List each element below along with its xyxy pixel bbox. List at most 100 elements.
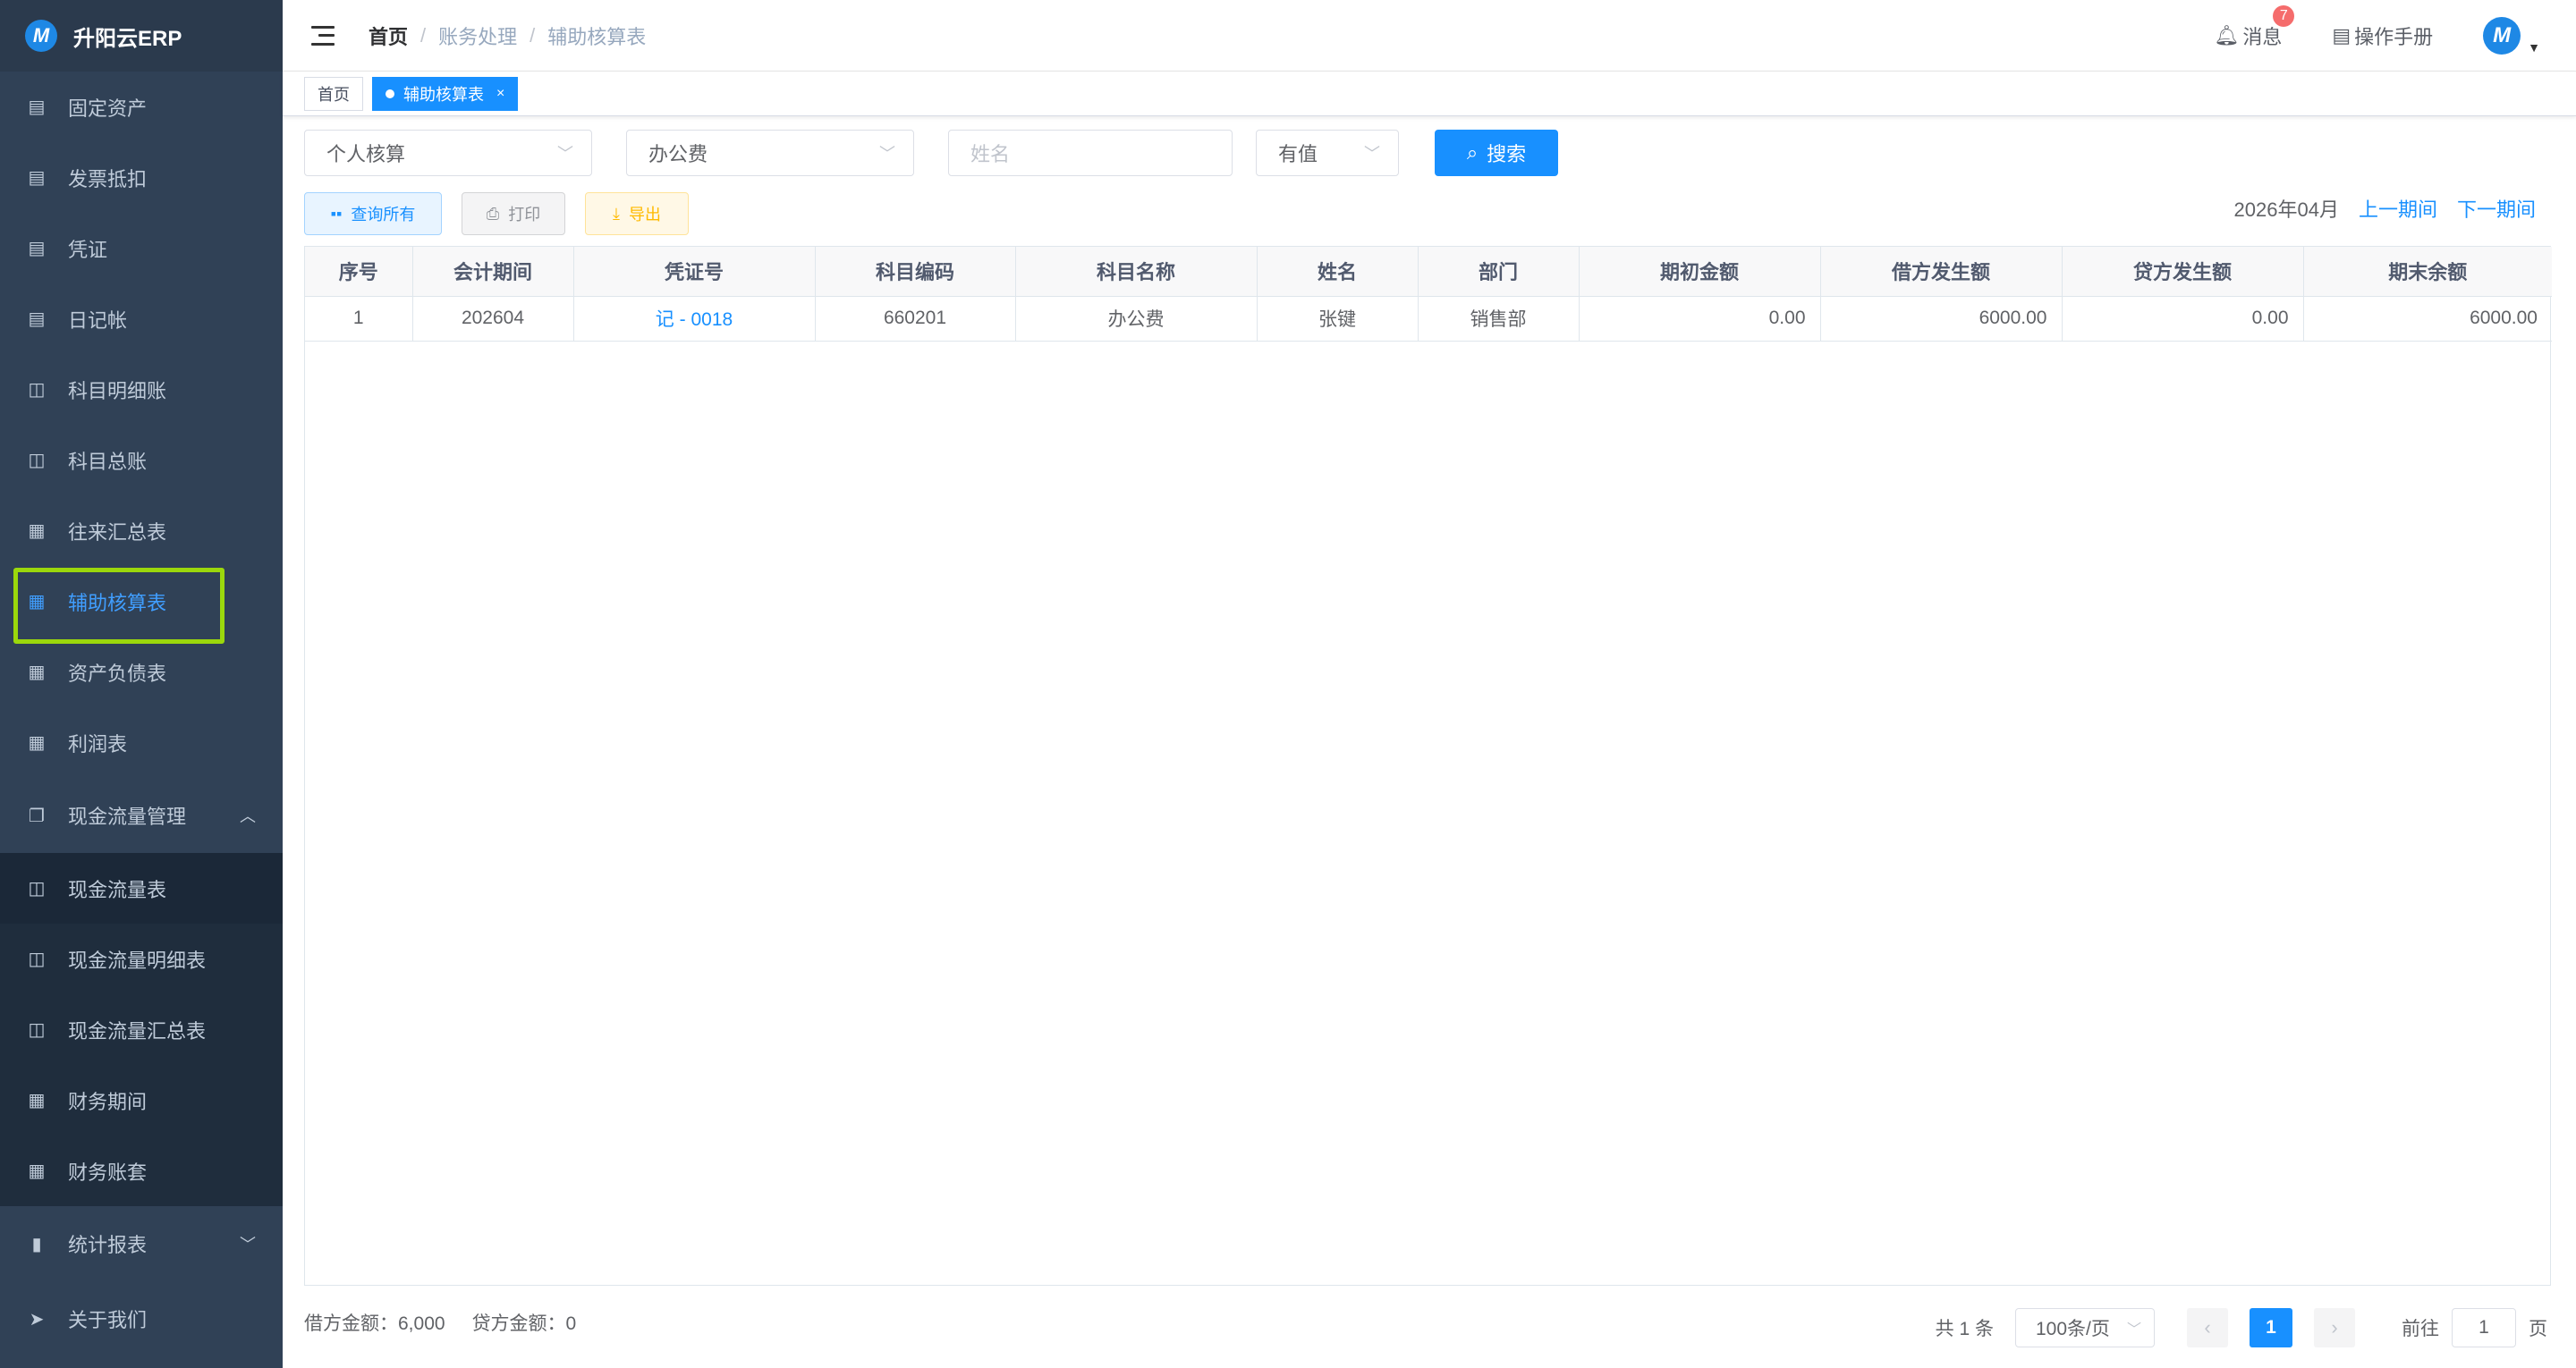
sidebar-item-general-ledger[interactable]: ◫ 科目总账 bbox=[0, 425, 283, 495]
sidebar-group-statistics[interactable]: ▮ 统计报表 ﹀ bbox=[0, 1206, 283, 1281]
chevron-down-icon: ﹀ bbox=[879, 145, 895, 163]
chevron-right-icon: › bbox=[2331, 1316, 2338, 1338]
cell-debit: 6000.00 bbox=[1820, 296, 2063, 342]
close-icon[interactable]: × bbox=[496, 86, 504, 102]
column-header: 贷方发生额 bbox=[2062, 247, 2304, 297]
sidebar-item-label: 财务期间 bbox=[68, 1090, 148, 1113]
table-icon: ▦ bbox=[28, 521, 46, 541]
top-navbar: 首页 / 账务处理 / 辅助核算表 🔔︎ 消息 7 ▤ 操作手册 M ▼ bbox=[283, 0, 2576, 72]
pagination-total: 共 1 条 bbox=[1935, 1319, 1994, 1339]
breadcrumb-separator: / bbox=[420, 23, 427, 46]
sidebar-item-balance-sheet[interactable]: ▦ 资产负债表 bbox=[0, 637, 283, 707]
next-period-link[interactable]: 下一期间 bbox=[2457, 194, 2536, 223]
app-logo[interactable]: M 升阳云ERP bbox=[0, 0, 283, 72]
name-input[interactable]: 姓名 bbox=[948, 130, 1233, 176]
column-header: 部门 bbox=[1418, 247, 1580, 297]
cell-name: 张键 bbox=[1257, 296, 1419, 342]
cell-voucher: 记 - 0018 bbox=[573, 296, 816, 342]
sidebar-item-invoice-deduction[interactable]: ▤ 发票抵扣 bbox=[0, 142, 283, 213]
manual-button[interactable]: ▤ 操作手册 bbox=[2332, 21, 2433, 50]
sidebar-item-auxiliary-accounting[interactable]: ▦ 辅助核算表 bbox=[0, 566, 283, 644]
active-dot-icon bbox=[386, 89, 394, 98]
prev-period-link[interactable]: 上一期间 bbox=[2359, 194, 2437, 223]
table-icon: ▦ bbox=[28, 592, 46, 612]
cell-dept: 销售部 bbox=[1418, 296, 1580, 342]
column-header: 姓名 bbox=[1257, 247, 1419, 297]
topbar-right: 🔔︎ 消息 7 ▤ 操作手册 M ▼ bbox=[2214, 0, 2540, 72]
table-icon: ▦ bbox=[28, 1091, 46, 1110]
sidebar-group-label: 现金流量管理 bbox=[68, 806, 187, 828]
export-button[interactable]: ⤓ 导出 bbox=[585, 192, 689, 235]
voucher-link[interactable]: 记 - 0018 bbox=[656, 309, 733, 330]
sidebar-item-cashflow-statement[interactable]: ◫ 现金流量表 bbox=[0, 853, 283, 924]
sidebar-item-label: 现金流量明细表 bbox=[68, 949, 207, 972]
goto-label: 前往 bbox=[2402, 1319, 2439, 1339]
next-page-button[interactable]: › bbox=[2314, 1308, 2355, 1347]
breadcrumb-separator: / bbox=[530, 23, 536, 46]
book-icon: ◫ bbox=[28, 1020, 46, 1040]
sidebar-item-label: 固定资产 bbox=[68, 97, 148, 120]
breadcrumb-accounting: 账务处理 bbox=[438, 25, 518, 48]
search-button[interactable]: ⌕ 搜索 bbox=[1435, 130, 1558, 176]
sidebar-item-label: 发票抵扣 bbox=[68, 167, 148, 190]
sidebar-item-fixed-assets[interactable]: ▤ 固定资产 bbox=[0, 72, 283, 142]
value-filter-select[interactable]: 有值 ﹀ bbox=[1256, 130, 1399, 176]
accounting-type-select[interactable]: 个人核算 ﹀ bbox=[304, 130, 592, 176]
user-menu[interactable]: M ▼ bbox=[2483, 17, 2540, 55]
select-value: 办公费 bbox=[648, 143, 708, 165]
chevron-down-icon: ﹀ bbox=[1364, 145, 1380, 163]
page-size-value: 100条/页 bbox=[2036, 1319, 2110, 1339]
goto-page: 前往 1 页 bbox=[2402, 1308, 2547, 1347]
chevron-down-icon: ﹀ bbox=[557, 145, 573, 163]
print-label: 打印 bbox=[508, 206, 541, 224]
table-row[interactable]: 1 202604 记 - 0018 660201 办公费 张键 销售部 0.00… bbox=[305, 296, 2552, 342]
sidebar-item-fiscal-period[interactable]: ▦ 财务期间 bbox=[0, 1065, 283, 1136]
sidebar-item-label: 日记帐 bbox=[68, 308, 128, 332]
download-icon: ⤓ bbox=[613, 204, 620, 223]
messages-button[interactable]: 🔔︎ 消息 7 bbox=[2214, 5, 2295, 50]
cell-subject: 办公费 bbox=[1015, 296, 1258, 342]
period-navigation: 2026年04月 上一期间 下一期间 bbox=[2234, 195, 2536, 222]
name-placeholder: 姓名 bbox=[970, 143, 1011, 165]
subject-select[interactable]: 办公费 ﹀ bbox=[626, 130, 914, 176]
sidebar-item-subject-detail[interactable]: ◫ 科目明细账 bbox=[0, 354, 283, 425]
book-icon: ◫ bbox=[28, 451, 46, 470]
tag-auxiliary-accounting[interactable]: 辅助核算表 × bbox=[372, 76, 519, 111]
sidebar-group-cashflow[interactable]: ❐ 现金流量管理 ︿ bbox=[0, 778, 283, 853]
document-icon: ▤ bbox=[28, 239, 46, 258]
manual-icon: ▤ bbox=[2332, 24, 2351, 46]
table-header-row: 序号 会计期间 凭证号 科目编码 科目名称 姓名 部门 期初金额 借方发生额 贷… bbox=[305, 247, 2552, 297]
print-button[interactable]: ⎙ 打印 bbox=[462, 192, 565, 235]
sidebar-item-label: 财务账套 bbox=[68, 1161, 148, 1184]
sidebar-item-journal[interactable]: ▤ 日记帐 bbox=[0, 283, 283, 354]
sidebar-item-cashflow-summary[interactable]: ◫ 现金流量汇总表 bbox=[0, 994, 283, 1065]
sidebar-item-account-set[interactable]: ▦ 财务账套 bbox=[0, 1136, 283, 1206]
sidebar-item-income-statement[interactable]: ▦ 利润表 bbox=[0, 707, 283, 778]
filter-bar: 个人核算 ﹀ 办公费 ﹀ 姓名 有值 ﹀ ⌕ 搜索 bbox=[304, 130, 1558, 176]
hamburger-icon[interactable] bbox=[311, 25, 335, 46]
tag-label: 辅助核算表 bbox=[403, 85, 484, 104]
page-number-current[interactable]: 1 bbox=[2250, 1308, 2292, 1347]
prev-page-button[interactable]: ‹ bbox=[2187, 1308, 2228, 1347]
column-header: 期末余额 bbox=[2303, 247, 2552, 297]
table-icon: ▦ bbox=[28, 733, 46, 753]
query-all-button[interactable]: ▪▪ 查询所有 bbox=[304, 192, 442, 235]
sidebar-item-label: 关于我们 bbox=[68, 1309, 148, 1331]
sidebar-item-label: 资产负债表 bbox=[68, 662, 167, 685]
query-all-label: 查询所有 bbox=[351, 206, 416, 224]
cell-credit: 0.00 bbox=[2062, 296, 2304, 342]
page-size-select[interactable]: 100条/页 ﹀ bbox=[2015, 1308, 2155, 1347]
goto-suffix: 页 bbox=[2529, 1319, 2547, 1339]
breadcrumb-home[interactable]: 首页 bbox=[369, 21, 408, 50]
tag-home[interactable]: 首页 bbox=[304, 76, 363, 111]
sidebar-item-cashflow-detail[interactable]: ◫ 现金流量明细表 bbox=[0, 924, 283, 994]
sidebar-item-transactions-summary[interactable]: ▦ 往来汇总表 bbox=[0, 495, 283, 566]
goto-page-input[interactable]: 1 bbox=[2452, 1308, 2516, 1347]
chevron-up-icon: ︿ bbox=[240, 807, 256, 825]
search-icon: ⌕ bbox=[1466, 141, 1479, 164]
sidebar-item-voucher[interactable]: ▤ 凭证 bbox=[0, 213, 283, 283]
bell-icon: 🔔︎ bbox=[2214, 24, 2240, 46]
tags-view: 首页 辅助核算表 × bbox=[283, 72, 2576, 116]
table-icon: ▦ bbox=[28, 1161, 46, 1181]
sidebar-item-about[interactable]: ➤ 关于我们 bbox=[0, 1281, 283, 1356]
